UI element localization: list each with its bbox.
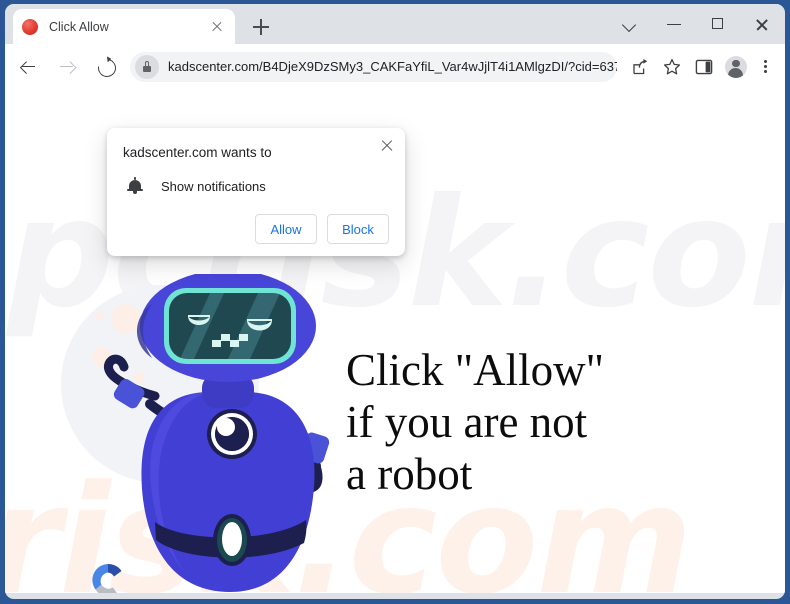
browser-toolbar: kadscenter.com/B4DjeX9DzSMy3_CAKFaYfiL_V…	[5, 44, 785, 89]
browser-tab[interactable]: Click Allow	[13, 9, 235, 44]
browser-window: Click Allow kadscenter.com/B4DjeX9DzSMy3…	[0, 0, 790, 604]
url-text: kadscenter.com/B4DjeX9DzSMy3_CAKFaYfiL_V…	[168, 59, 617, 74]
favicon-icon	[22, 18, 38, 35]
back-arrow-icon[interactable]	[12, 51, 44, 83]
forward-arrow-icon	[51, 51, 83, 83]
window-controls	[609, 4, 785, 44]
dialog-close-icon[interactable]	[378, 137, 396, 155]
dialog-title: kadscenter.com wants to	[123, 145, 272, 160]
browser-window-inner: Click Allow kadscenter.com/B4DjeX9DzSMy3…	[5, 4, 785, 599]
minimize-icon[interactable]	[653, 4, 697, 44]
permission-label: Show notifications	[161, 178, 266, 194]
dialog-actions: Allow Block	[123, 214, 389, 244]
tab-strip: Click Allow	[5, 4, 785, 44]
close-window-icon[interactable]	[741, 4, 785, 44]
profile-avatar-icon[interactable]	[721, 52, 751, 82]
notification-permission-dialog: kadscenter.com wants to Show notificatio…	[107, 128, 405, 256]
address-bar[interactable]: kadscenter.com/B4DjeX9DzSMy3_CAKFaYfiL_V…	[130, 51, 617, 82]
tab-title: Click Allow	[49, 19, 109, 34]
maximize-icon[interactable]	[697, 4, 741, 44]
robot-illustration	[60, 270, 360, 593]
block-button[interactable]: Block	[327, 214, 389, 244]
bell-icon	[125, 176, 147, 196]
lock-icon[interactable]	[135, 54, 159, 79]
c-ring-logo	[92, 563, 122, 593]
side-panel-icon[interactable]	[689, 52, 719, 82]
star-icon[interactable]	[657, 52, 687, 82]
ecaptcha-logo: E-CAPTCHA	[79, 559, 137, 593]
page-viewport: pcrisk.com risk.com	[5, 89, 785, 593]
chevron-down-icon[interactable]	[609, 4, 653, 44]
tab-close-icon[interactable]	[208, 18, 226, 36]
allow-button[interactable]: Allow	[255, 214, 317, 244]
new-tab-button[interactable]	[248, 14, 274, 40]
page-headline: Click "Allow" if you are not a robot	[346, 345, 604, 499]
reload-icon[interactable]	[90, 51, 122, 83]
permission-row: Show notifications	[123, 176, 389, 196]
three-dot-menu-icon[interactable]	[751, 52, 779, 82]
share-icon[interactable]	[625, 52, 655, 82]
